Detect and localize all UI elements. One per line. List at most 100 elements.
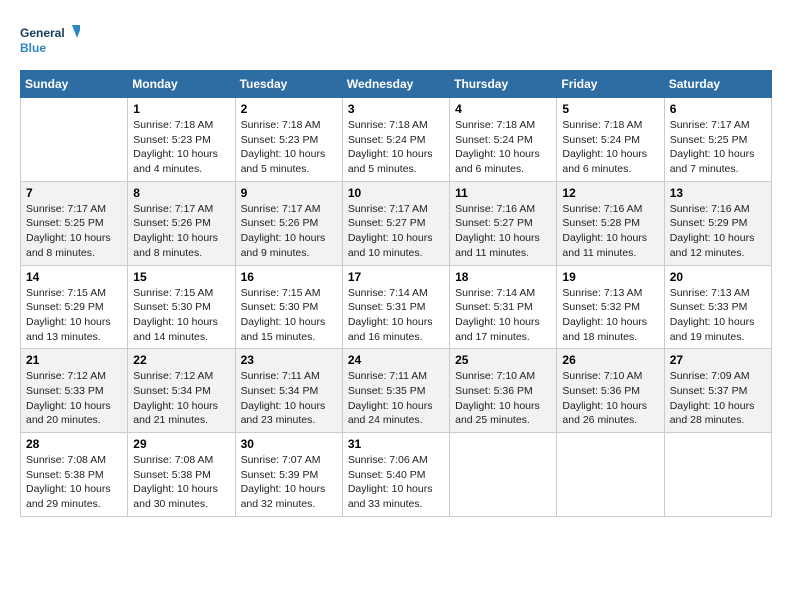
day-number: 14 xyxy=(26,270,122,284)
calendar-cell: 29 Sunrise: 7:08 AMSunset: 5:38 PMDayligh… xyxy=(128,433,235,517)
day-number: 4 xyxy=(455,102,551,116)
day-number: 7 xyxy=(26,186,122,200)
calendar-cell xyxy=(664,433,771,517)
calendar-cell: 2 Sunrise: 7:18 AMSunset: 5:23 PMDaylight… xyxy=(235,98,342,182)
calendar-cell: 28 Sunrise: 7:08 AMSunset: 5:38 PMDayligh… xyxy=(21,433,128,517)
col-header-thursday: Thursday xyxy=(450,71,557,98)
calendar-cell: 7Sunrise: 7:17 AMSunset: 5:25 PMDaylight… xyxy=(21,181,128,265)
calendar-cell: 3Sunrise: 7:18 AMSunset: 5:24 PMDaylight… xyxy=(342,98,449,182)
calendar-cell: 6 Sunrise: 7:17 AMSunset: 5:25 PMDaylight… xyxy=(664,98,771,182)
logo: General Blue xyxy=(20,20,80,60)
day-info: Sunrise: 7:16 AMSunset: 5:28 PMDaylight:… xyxy=(562,202,658,261)
calendar-cell: 5 Sunrise: 7:18 AMSunset: 5:24 PMDaylight… xyxy=(557,98,664,182)
calendar-cell: 30Sunrise: 7:07 AMSunset: 5:39 PMDayligh… xyxy=(235,433,342,517)
calendar-cell xyxy=(450,433,557,517)
week-row-5: 28 Sunrise: 7:08 AMSunset: 5:38 PMDayligh… xyxy=(21,433,772,517)
calendar-cell xyxy=(557,433,664,517)
day-info: Sunrise: 7:14 AMSunset: 5:31 PMDaylight:… xyxy=(455,286,551,345)
calendar-cell: 1 Sunrise: 7:18 AMSunset: 5:23 PMDaylight… xyxy=(128,98,235,182)
calendar-cell: 20 Sunrise: 7:13 AMSunset: 5:33 PMDayligh… xyxy=(664,265,771,349)
calendar-cell: 18 Sunrise: 7:14 AMSunset: 5:31 PMDayligh… xyxy=(450,265,557,349)
svg-text:Blue: Blue xyxy=(20,41,46,55)
day-info: Sunrise: 7:09 AMSunset: 5:37 PMDaylight:… xyxy=(670,369,766,428)
calendar-cell: 23 Sunrise: 7:11 AMSunset: 5:34 PMDayligh… xyxy=(235,349,342,433)
day-info: Sunrise: 7:06 AMSunset: 5:40 PMDaylight:… xyxy=(348,453,444,512)
day-info: Sunrise: 7:18 AMSunset: 5:23 PMDaylight:… xyxy=(133,118,229,177)
day-info: Sunrise: 7:18 AMSunset: 5:24 PMDaylight:… xyxy=(455,118,551,177)
day-number: 28 xyxy=(26,437,122,451)
day-info: Sunrise: 7:15 AMSunset: 5:30 PMDaylight:… xyxy=(241,286,337,345)
calendar-table: SundayMondayTuesdayWednesdayThursdayFrid… xyxy=(20,70,772,517)
calendar-cell: 19 Sunrise: 7:13 AMSunset: 5:32 PMDayligh… xyxy=(557,265,664,349)
day-number: 21 xyxy=(26,353,122,367)
calendar-cell: 4 Sunrise: 7:18 AMSunset: 5:24 PMDaylight… xyxy=(450,98,557,182)
day-info: Sunrise: 7:13 AMSunset: 5:33 PMDaylight:… xyxy=(670,286,766,345)
week-row-1: 1 Sunrise: 7:18 AMSunset: 5:23 PMDaylight… xyxy=(21,98,772,182)
day-info: Sunrise: 7:13 AMSunset: 5:32 PMDaylight:… xyxy=(562,286,658,345)
day-info: Sunrise: 7:16 AMSunset: 5:27 PMDaylight:… xyxy=(455,202,551,261)
calendar-cell: 10Sunrise: 7:17 AMSunset: 5:27 PMDayligh… xyxy=(342,181,449,265)
day-number: 1 xyxy=(133,102,229,116)
calendar-cell: 15Sunrise: 7:15 AMSunset: 5:30 PMDayligh… xyxy=(128,265,235,349)
logo-svg: General Blue xyxy=(20,20,80,60)
day-info: Sunrise: 7:16 AMSunset: 5:29 PMDaylight:… xyxy=(670,202,766,261)
week-row-2: 7Sunrise: 7:17 AMSunset: 5:25 PMDaylight… xyxy=(21,181,772,265)
day-number: 15 xyxy=(133,270,229,284)
day-number: 13 xyxy=(670,186,766,200)
day-number: 2 xyxy=(241,102,337,116)
day-number: 18 xyxy=(455,270,551,284)
week-row-3: 14 Sunrise: 7:15 AMSunset: 5:29 PMDayligh… xyxy=(21,265,772,349)
calendar-cell: 25 Sunrise: 7:10 AMSunset: 5:36 PMDayligh… xyxy=(450,349,557,433)
calendar-cell: 24Sunrise: 7:11 AMSunset: 5:35 PMDayligh… xyxy=(342,349,449,433)
day-info: Sunrise: 7:18 AMSunset: 5:24 PMDaylight:… xyxy=(348,118,444,177)
calendar-cell: 8 Sunrise: 7:17 AMSunset: 5:26 PMDaylight… xyxy=(128,181,235,265)
day-info: Sunrise: 7:17 AMSunset: 5:25 PMDaylight:… xyxy=(670,118,766,177)
col-header-sunday: Sunday xyxy=(21,71,128,98)
day-info: Sunrise: 7:18 AMSunset: 5:24 PMDaylight:… xyxy=(562,118,658,177)
day-info: Sunrise: 7:10 AMSunset: 5:36 PMDaylight:… xyxy=(562,369,658,428)
day-number: 8 xyxy=(133,186,229,200)
day-number: 5 xyxy=(562,102,658,116)
calendar-cell: 31 Sunrise: 7:06 AMSunset: 5:40 PMDayligh… xyxy=(342,433,449,517)
col-header-wednesday: Wednesday xyxy=(342,71,449,98)
day-number: 11 xyxy=(455,186,551,200)
col-header-friday: Friday xyxy=(557,71,664,98)
day-number: 20 xyxy=(670,270,766,284)
calendar-header-row: SundayMondayTuesdayWednesdayThursdayFrid… xyxy=(21,71,772,98)
day-info: Sunrise: 7:18 AMSunset: 5:23 PMDaylight:… xyxy=(241,118,337,177)
col-header-tuesday: Tuesday xyxy=(235,71,342,98)
day-number: 31 xyxy=(348,437,444,451)
day-info: Sunrise: 7:07 AMSunset: 5:39 PMDaylight:… xyxy=(241,453,337,512)
col-header-saturday: Saturday xyxy=(664,71,771,98)
day-info: Sunrise: 7:11 AMSunset: 5:34 PMDaylight:… xyxy=(241,369,337,428)
day-number: 12 xyxy=(562,186,658,200)
day-info: Sunrise: 7:17 AMSunset: 5:26 PMDaylight:… xyxy=(133,202,229,261)
day-info: Sunrise: 7:17 AMSunset: 5:26 PMDaylight:… xyxy=(241,202,337,261)
page-header: General Blue xyxy=(20,20,772,60)
day-info: Sunrise: 7:11 AMSunset: 5:35 PMDaylight:… xyxy=(348,369,444,428)
day-number: 6 xyxy=(670,102,766,116)
calendar-cell: 17Sunrise: 7:14 AMSunset: 5:31 PMDayligh… xyxy=(342,265,449,349)
calendar-cell: 13 Sunrise: 7:16 AMSunset: 5:29 PMDayligh… xyxy=(664,181,771,265)
day-info: Sunrise: 7:15 AMSunset: 5:29 PMDaylight:… xyxy=(26,286,122,345)
day-number: 23 xyxy=(241,353,337,367)
day-info: Sunrise: 7:08 AMSunset: 5:38 PMDaylight:… xyxy=(133,453,229,512)
day-number: 25 xyxy=(455,353,551,367)
calendar-cell: 11 Sunrise: 7:16 AMSunset: 5:27 PMDayligh… xyxy=(450,181,557,265)
day-info: Sunrise: 7:10 AMSunset: 5:36 PMDaylight:… xyxy=(455,369,551,428)
day-number: 19 xyxy=(562,270,658,284)
calendar-cell: 27 Sunrise: 7:09 AMSunset: 5:37 PMDayligh… xyxy=(664,349,771,433)
calendar-cell: 22 Sunrise: 7:12 AMSunset: 5:34 PMDayligh… xyxy=(128,349,235,433)
calendar-cell: 12 Sunrise: 7:16 AMSunset: 5:28 PMDayligh… xyxy=(557,181,664,265)
day-number: 29 xyxy=(133,437,229,451)
day-number: 27 xyxy=(670,353,766,367)
calendar-cell: 9 Sunrise: 7:17 AMSunset: 5:26 PMDaylight… xyxy=(235,181,342,265)
day-number: 16 xyxy=(241,270,337,284)
day-number: 9 xyxy=(241,186,337,200)
week-row-4: 21Sunrise: 7:12 AMSunset: 5:33 PMDayligh… xyxy=(21,349,772,433)
day-number: 22 xyxy=(133,353,229,367)
day-info: Sunrise: 7:08 AMSunset: 5:38 PMDaylight:… xyxy=(26,453,122,512)
day-number: 10 xyxy=(348,186,444,200)
day-info: Sunrise: 7:12 AMSunset: 5:34 PMDaylight:… xyxy=(133,369,229,428)
day-number: 17 xyxy=(348,270,444,284)
